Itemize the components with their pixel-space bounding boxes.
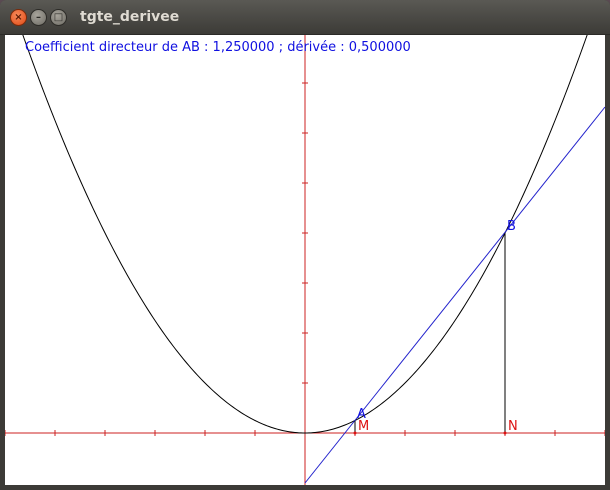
minimize-icon: – xyxy=(36,11,41,23)
window-title: tgte_derivee xyxy=(80,9,180,25)
maximize-icon: □ xyxy=(53,11,64,23)
window-frame-bottom xyxy=(0,485,610,490)
maximize-button[interactable]: □ xyxy=(50,9,67,26)
close-button[interactable]: × xyxy=(10,9,27,26)
close-icon: × xyxy=(14,11,23,23)
title-bar[interactable]: × – □ tgte_derivee xyxy=(0,0,610,35)
secant-line-ab xyxy=(304,106,605,484)
minimize-button[interactable]: – xyxy=(30,9,47,26)
point-m-label: M xyxy=(358,419,369,434)
graph-svg: A B M N xyxy=(5,35,605,485)
slope-info-text: Coefficient directeur de AB : 1,250000 ;… xyxy=(25,40,411,55)
point-m-marker xyxy=(353,431,357,435)
point-n-label: N xyxy=(508,419,518,434)
point-b-label: B xyxy=(507,219,516,234)
point-n-marker xyxy=(503,431,507,435)
app-window: × – □ tgte_derivee A B M N Coefficient d… xyxy=(0,0,610,490)
graph-canvas[interactable]: A B M N Coefficient directeur de AB : 1,… xyxy=(5,35,605,485)
